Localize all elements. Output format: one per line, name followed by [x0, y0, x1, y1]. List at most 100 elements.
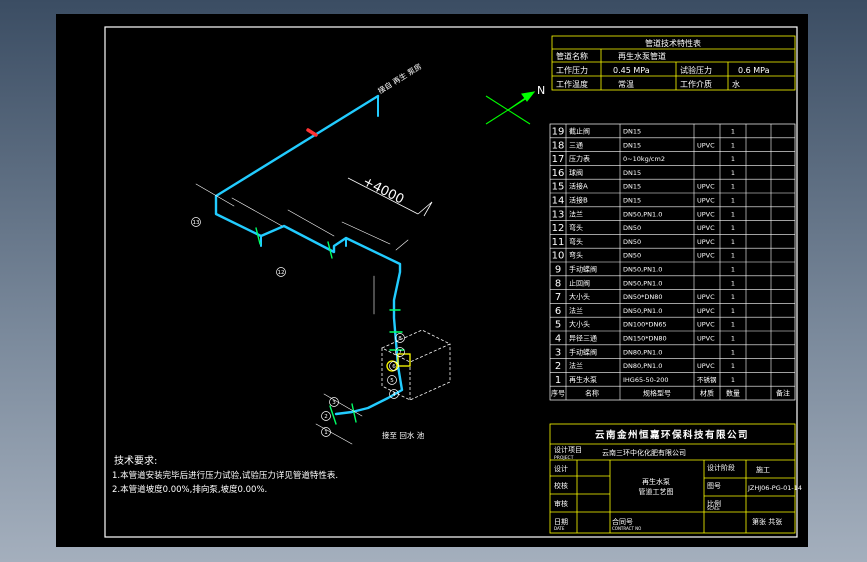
bom-row-qty: 1 [731, 293, 735, 301]
notes-line-1: 1.本管道安装完毕后进行压力试验,试验压力详见管道特性表. [112, 470, 338, 481]
bom-row-qty: 1 [731, 279, 735, 287]
bom-row-name: 弯头 [569, 251, 583, 260]
design-label: 设计 [554, 464, 568, 473]
pipe-route [195, 94, 409, 445]
balloon-number: 3 [332, 400, 336, 406]
bom-row-qty: 1 [731, 252, 735, 260]
bom-row-spec: DN15 [623, 197, 641, 205]
bom-row-spec: DN15 [623, 128, 641, 136]
audit-label: 审核 [554, 499, 568, 508]
bom-row-number: 13 [552, 209, 565, 220]
bom-header-no: 序号 [551, 389, 565, 398]
north-arrow-icon [485, 91, 536, 125]
bom-row-material: UPVC [697, 238, 715, 246]
bom-header-spec: 规格型号 [643, 389, 671, 398]
company-name: 云南金州恒嘉环保科技有限公司 [595, 429, 749, 441]
bom-row-qty: 1 [731, 266, 735, 274]
contract-label-en: CONTRACT NO [612, 526, 641, 531]
bom-row-qty: 1 [731, 197, 735, 205]
project-label-en: PROJECT [554, 455, 574, 461]
contract-label: 合同号 [612, 517, 633, 526]
spec-value-pressure: 0.45 MPa [613, 66, 650, 75]
pipe-label-destination: 接至 回水 池 [382, 430, 425, 440]
bom-row-name: 弯头 [569, 237, 583, 246]
bom-row-name: 球阀 [569, 168, 583, 177]
bom-row-name: 大小头 [569, 320, 590, 329]
balloon-number: 8 [398, 336, 402, 342]
bom-row-number: 18 [552, 140, 565, 151]
date-label: 日期 [554, 518, 568, 526]
cad-viewport: 管道技术特性表 管道名称 再生水泵管道 工作压力 0.45 MPa 试验压力 0… [0, 0, 867, 562]
project-label: 设计项目 [554, 445, 582, 454]
bom-row-number: 4 [555, 334, 561, 345]
bom-row-number: 6 [555, 306, 561, 317]
balloon-number: 2 [324, 414, 328, 420]
bom-row-spec: DN50,PN1.0 [623, 210, 662, 218]
spec-label-pressure: 工作压力 [556, 65, 588, 75]
bom-row-spec: DN150*DN80 [623, 335, 667, 343]
bom-row-name: 三通 [569, 140, 583, 149]
bom-row-name: 手动蝶阀 [569, 347, 597, 356]
balloon-number: 12 [278, 270, 285, 276]
bom-row-name: 压力表 [569, 154, 590, 163]
drawing-frame [104, 26, 798, 538]
bom-row-name: 法兰 [569, 306, 583, 315]
drawing-name: 再生水泵 [642, 477, 670, 486]
bom-row-spec: DN50 [623, 224, 641, 232]
spec-value-test-pressure: 0.6 MPa [738, 66, 770, 75]
spec-value-temp: 常温 [618, 80, 634, 89]
bom-row-material: UPVC [697, 321, 715, 329]
bom-header-qty: 数量 [726, 389, 740, 398]
bom-row-spec: DN50 [623, 252, 641, 260]
bom-row-name: 法兰 [569, 209, 583, 218]
check-label: 校核 [554, 481, 568, 490]
spec-table-title: 管道技术特性表 [645, 38, 701, 48]
bom-row-material: UPVC [697, 293, 715, 301]
bom-row-number: 9 [555, 265, 561, 276]
spec-value-name: 再生水泵管道 [618, 51, 666, 61]
bom-row-material: UPVC [697, 197, 715, 205]
bom-row-spec: DN50*DN80 [623, 293, 663, 301]
bom-row-material: UPVC [697, 307, 715, 315]
bom-row-spec: 0~10kg/cm2 [623, 155, 665, 163]
bom-row-number: 12 [552, 223, 565, 234]
bom-row-number: 8 [555, 278, 561, 289]
bom-row-name: 法兰 [569, 361, 583, 370]
bom-row-qty: 1 [731, 128, 735, 136]
bom-row-spec: DN50,PN1.0 [623, 266, 662, 274]
balloon-number: 1 [324, 430, 328, 436]
notes-line-2: 2.本管道坡度0.00%,排向泵,坡度0.00%. [112, 484, 267, 495]
notes-title: 技术要求: [114, 454, 157, 467]
bom-row-name: 活接B [569, 196, 588, 205]
sheet-label: 第张 共张 [752, 517, 782, 526]
bom-row-number: 16 [552, 168, 565, 179]
bom-row-spec: DN15 [623, 169, 641, 177]
bom-row-material: UPVC [697, 335, 715, 343]
bom-row-material: 不锈钢 [697, 375, 717, 384]
balloon-number: 7 [398, 350, 402, 356]
drawing-no-label: 图号 [707, 482, 721, 490]
bom-row-qty: 1 [731, 335, 735, 343]
bom-row-material: UPVC [697, 183, 715, 191]
bom-row-number: 7 [555, 292, 561, 303]
drawing-no: JZHJ06-PG-01-14 [747, 484, 802, 492]
bom-row-name: 再生水泵 [569, 375, 597, 384]
scale-label-en: SCALE [707, 506, 720, 511]
bom-row-name: 活接A [569, 182, 588, 191]
balloon-number: 4 [392, 392, 396, 398]
bom-row-number: 19 [552, 127, 565, 138]
bom-row-spec: DN15 [623, 183, 641, 191]
bom-row-qty: 1 [731, 362, 735, 370]
bom-row-material: UPVC [697, 141, 715, 149]
bom-row-name: 异径三通 [569, 334, 597, 343]
spec-value-medium: 水 [732, 79, 740, 89]
spec-label-test-pressure: 试验压力 [680, 65, 712, 75]
pipe-label-source: 接自 再生 泵房 [376, 61, 424, 96]
bom-row-qty: 1 [731, 210, 735, 218]
balloon-number: 13 [193, 220, 200, 226]
bom-row-material: UPVC [697, 210, 715, 218]
bom-row-spec: IHG65-50-200 [623, 376, 668, 384]
bom-row-name: 截止阀 [569, 127, 590, 136]
bom-header-material: 材质 [700, 389, 714, 398]
date-label-en: DATE [554, 526, 565, 531]
